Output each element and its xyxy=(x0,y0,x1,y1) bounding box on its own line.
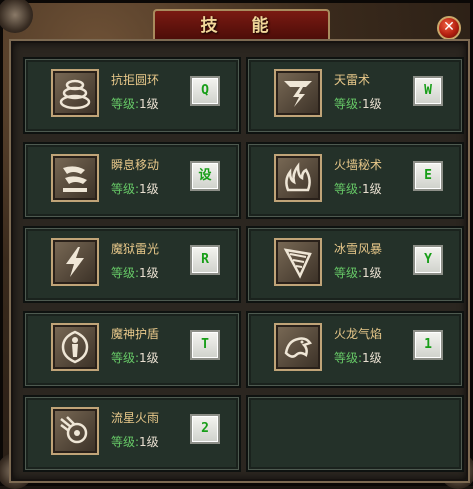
corner-ornament xyxy=(0,0,33,33)
level-label: 等级: xyxy=(334,97,363,111)
skill-list: 抗拒圆环 等级:1级 Q 天雷术 等级:1级 W 瞬息移动 等级:1级 设 火墙… xyxy=(9,39,470,483)
skill-slot[interactable]: 魔狱雷光 等级:1级 R xyxy=(23,226,241,303)
level-label: 等级: xyxy=(334,266,363,280)
level-value: 1级 xyxy=(139,351,159,365)
level-value: 1级 xyxy=(362,97,382,111)
hotkey-button[interactable]: 1 xyxy=(413,330,443,360)
skill-level: 等级:1级 xyxy=(111,433,159,450)
meteor-shower-icon[interactable] xyxy=(51,407,99,455)
skill-name: 魔神护盾 xyxy=(111,327,160,341)
hotkey-button[interactable]: Y xyxy=(413,245,443,275)
fire-dragon-icon[interactable] xyxy=(274,323,322,371)
hotkey-button[interactable]: R xyxy=(190,245,220,275)
skill-slot[interactable]: 抗拒圆环 等级:1级 Q xyxy=(23,57,241,134)
skill-level: 等级:1级 xyxy=(334,95,382,112)
skill-name: 火龙气焰 xyxy=(334,327,383,341)
lightning-strike-icon[interactable] xyxy=(274,69,322,117)
skill-name: 火墙秘术 xyxy=(334,158,383,172)
skill-name: 流星火雨 xyxy=(111,411,160,425)
level-value: 1级 xyxy=(362,351,382,365)
level-value: 1级 xyxy=(362,266,382,280)
skill-level: 等级:1级 xyxy=(334,349,382,366)
fire-wall-icon[interactable] xyxy=(274,154,322,202)
level-value: 1级 xyxy=(139,435,159,449)
skill-slot[interactable]: 天雷术 等级:1级 W xyxy=(246,57,464,134)
rings-icon[interactable] xyxy=(51,69,99,117)
hotkey-button[interactable]: Q xyxy=(190,76,220,106)
window-title: 技 能 xyxy=(153,9,330,41)
level-label: 等级: xyxy=(111,97,140,111)
skill-name: 抗拒圆环 xyxy=(111,73,160,87)
skill-slot[interactable]: 流星火雨 等级:1级 2 xyxy=(23,395,241,472)
empty-skill-slot xyxy=(246,395,464,472)
hotkey-button[interactable]: 设 xyxy=(190,161,220,191)
skill-slot[interactable]: 火龙气焰 等级:1级 1 xyxy=(246,311,464,388)
hotkey-button[interactable]: W xyxy=(413,76,443,106)
level-value: 1级 xyxy=(362,182,382,196)
skill-level: 等级:1级 xyxy=(334,264,382,281)
level-label: 等级: xyxy=(334,351,363,365)
skill-name: 魔狱雷光 xyxy=(111,242,160,256)
level-label: 等级: xyxy=(111,351,140,365)
skill-level: 等级:1级 xyxy=(111,95,159,112)
skill-slot[interactable]: 冰雪风暴 等级:1级 Y xyxy=(246,226,464,303)
hotkey-button[interactable]: T xyxy=(190,330,220,360)
thunder-bolt-icon[interactable] xyxy=(51,238,99,286)
teleport-icon[interactable] xyxy=(51,154,99,202)
level-label: 等级: xyxy=(111,435,140,449)
level-value: 1级 xyxy=(139,266,159,280)
skill-level: 等级:1级 xyxy=(111,349,159,366)
level-label: 等级: xyxy=(111,266,140,280)
level-value: 1级 xyxy=(139,182,159,196)
skill-name: 天雷术 xyxy=(334,73,371,87)
hotkey-button[interactable]: E xyxy=(413,161,443,191)
skill-slot[interactable]: 魔神护盾 等级:1级 T xyxy=(23,311,241,388)
skill-window: 技 能 ✕ 抗拒圆环 等级:1级 Q 天雷术 等级:1级 W 瞬息移动 等级:1… xyxy=(0,0,473,489)
magic-shield-icon[interactable] xyxy=(51,323,99,371)
skill-level: 等级:1级 xyxy=(334,180,382,197)
hotkey-button[interactable]: 2 xyxy=(190,414,220,444)
skill-slot[interactable]: 瞬息移动 等级:1级 设 xyxy=(23,142,241,219)
level-label: 等级: xyxy=(111,182,140,196)
skill-level: 等级:1级 xyxy=(111,264,159,281)
level-value: 1级 xyxy=(139,97,159,111)
close-button[interactable]: ✕ xyxy=(437,16,461,40)
level-label: 等级: xyxy=(334,182,363,196)
skill-name: 瞬息移动 xyxy=(111,158,160,172)
ice-storm-icon[interactable] xyxy=(274,238,322,286)
skill-name: 冰雪风暴 xyxy=(334,242,383,256)
skill-slot[interactable]: 火墙秘术 等级:1级 E xyxy=(246,142,464,219)
skill-level: 等级:1级 xyxy=(111,180,159,197)
